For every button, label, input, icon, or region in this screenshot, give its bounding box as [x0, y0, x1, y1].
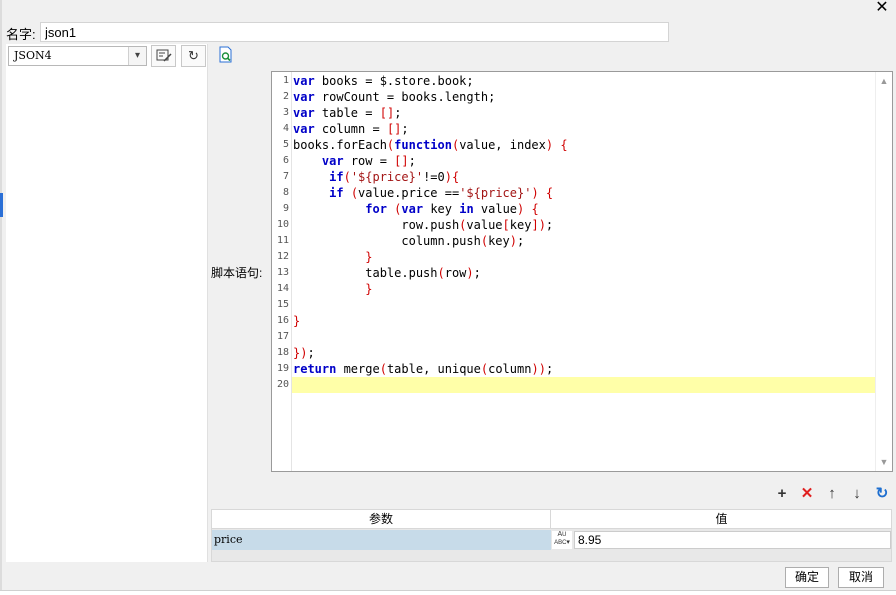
code-line[interactable]: }	[292, 313, 875, 329]
code-line[interactable]: var column = [];	[292, 121, 875, 137]
code-line[interactable]: row.push(value[key]);	[292, 217, 875, 233]
add-param-button[interactable]: +	[773, 485, 791, 503]
line-number: 4	[282, 123, 289, 134]
param-table: 参数 值 price AU ABC▾ 8.95	[211, 509, 892, 562]
code-line[interactable]: var books = $.store.book;	[292, 73, 875, 89]
line-number: 11	[276, 235, 289, 246]
table-row[interactable]: price AU ABC▾ 8.95	[212, 530, 891, 550]
column-header-value[interactable]: 值	[552, 510, 891, 529]
line-number: 12	[276, 251, 289, 262]
code-line[interactable]: if('${price}'!=0){	[292, 169, 875, 185]
preview-button[interactable]	[216, 46, 236, 66]
dataset-panel	[6, 44, 208, 562]
chevron-down-icon[interactable]: ▾	[128, 47, 146, 65]
column-header-param[interactable]: 参数	[212, 510, 551, 529]
refresh-button[interactable]: ↻	[181, 45, 206, 67]
line-number: 20	[276, 379, 289, 390]
name-label: 名字:	[6, 27, 36, 42]
line-number: 7	[282, 171, 289, 182]
edit-dataset-button[interactable]	[151, 45, 176, 67]
scroll-down-icon[interactable]: ▼	[876, 455, 892, 469]
line-number: 3	[282, 107, 289, 118]
move-up-button[interactable]: ↑	[823, 485, 841, 503]
line-number: 10	[276, 219, 289, 230]
line-number: 14	[276, 283, 289, 294]
code-line[interactable]	[292, 297, 875, 313]
scroll-up-icon[interactable]: ▲	[876, 74, 892, 88]
code-line[interactable]: if (value.price =='${price}') {	[292, 185, 875, 201]
param-value-input[interactable]: 8.95	[574, 531, 891, 549]
preview-icon	[219, 46, 232, 63]
code-line[interactable]	[292, 377, 875, 393]
line-number-gutter: 1 2 3 4 5 6 7 8 9 10 11 12 13 14 15 16 17 18 19 20	[272, 72, 292, 471]
param-table-header: 参数 值	[212, 510, 891, 529]
code-line[interactable]	[292, 329, 875, 345]
code-line[interactable]: }	[292, 281, 875, 297]
line-number: 8	[282, 187, 289, 198]
line-number: 17	[276, 331, 289, 342]
string-type-icon[interactable]: AU ABC▾	[552, 531, 572, 549]
window-edge-accent	[0, 193, 3, 217]
name-input[interactable]	[40, 22, 669, 42]
script-label: 脚本语句:	[211, 266, 263, 280]
code-line[interactable]: var row = [];	[292, 153, 875, 169]
move-down-button[interactable]: ↓	[848, 485, 866, 503]
code-line[interactable]: return merge(table, unique(column));	[292, 361, 875, 377]
line-number: 19	[276, 363, 289, 374]
line-number: 9	[282, 203, 289, 214]
script-editor[interactable]: 1 2 3 4 5 6 7 8 9 10 11 12 13 14 15 16 17 18 19 20 var book…	[271, 71, 893, 472]
delete-param-button[interactable]: ✕	[798, 485, 816, 503]
line-number: 13	[276, 267, 289, 278]
code-line[interactable]: var table = [];	[292, 105, 875, 121]
window-edge	[0, 0, 2, 595]
line-number: 5	[282, 139, 289, 150]
code-line[interactable]: }	[292, 249, 875, 265]
code-line[interactable]: });	[292, 345, 875, 361]
datasource-selected: JSON4	[14, 49, 52, 62]
line-number: 2	[282, 91, 289, 102]
bottom-strip	[0, 590, 896, 595]
code-line[interactable]: books.forEach(function(value, index) {	[292, 137, 875, 153]
code-line[interactable]: var rowCount = books.length;	[292, 89, 875, 105]
code-line[interactable]: table.push(row);	[292, 265, 875, 281]
code-line[interactable]: for (var key in value) {	[292, 201, 875, 217]
ok-button[interactable]: 确定	[785, 567, 829, 588]
editor-scrollbar[interactable]: ▲ ▼	[875, 72, 892, 471]
type-icon-label: AU ABC▾	[554, 531, 570, 546]
close-icon[interactable]: ✕	[872, 0, 892, 16]
line-number: 1	[282, 75, 289, 86]
code-line[interactable]: column.push(key);	[292, 233, 875, 249]
line-number: 16	[276, 315, 289, 326]
refresh-params-button[interactable]: ↻	[873, 485, 891, 503]
cancel-button[interactable]: 取消	[838, 567, 884, 588]
line-number: 6	[282, 155, 289, 166]
refresh-icon: ↻	[188, 48, 199, 63]
line-number: 15	[276, 299, 289, 310]
datasource-select[interactable]: JSON4 ▾	[8, 46, 147, 66]
param-name-cell[interactable]: price	[212, 530, 551, 550]
edit-dataset-icon	[156, 49, 172, 62]
line-number: 18	[276, 347, 289, 358]
